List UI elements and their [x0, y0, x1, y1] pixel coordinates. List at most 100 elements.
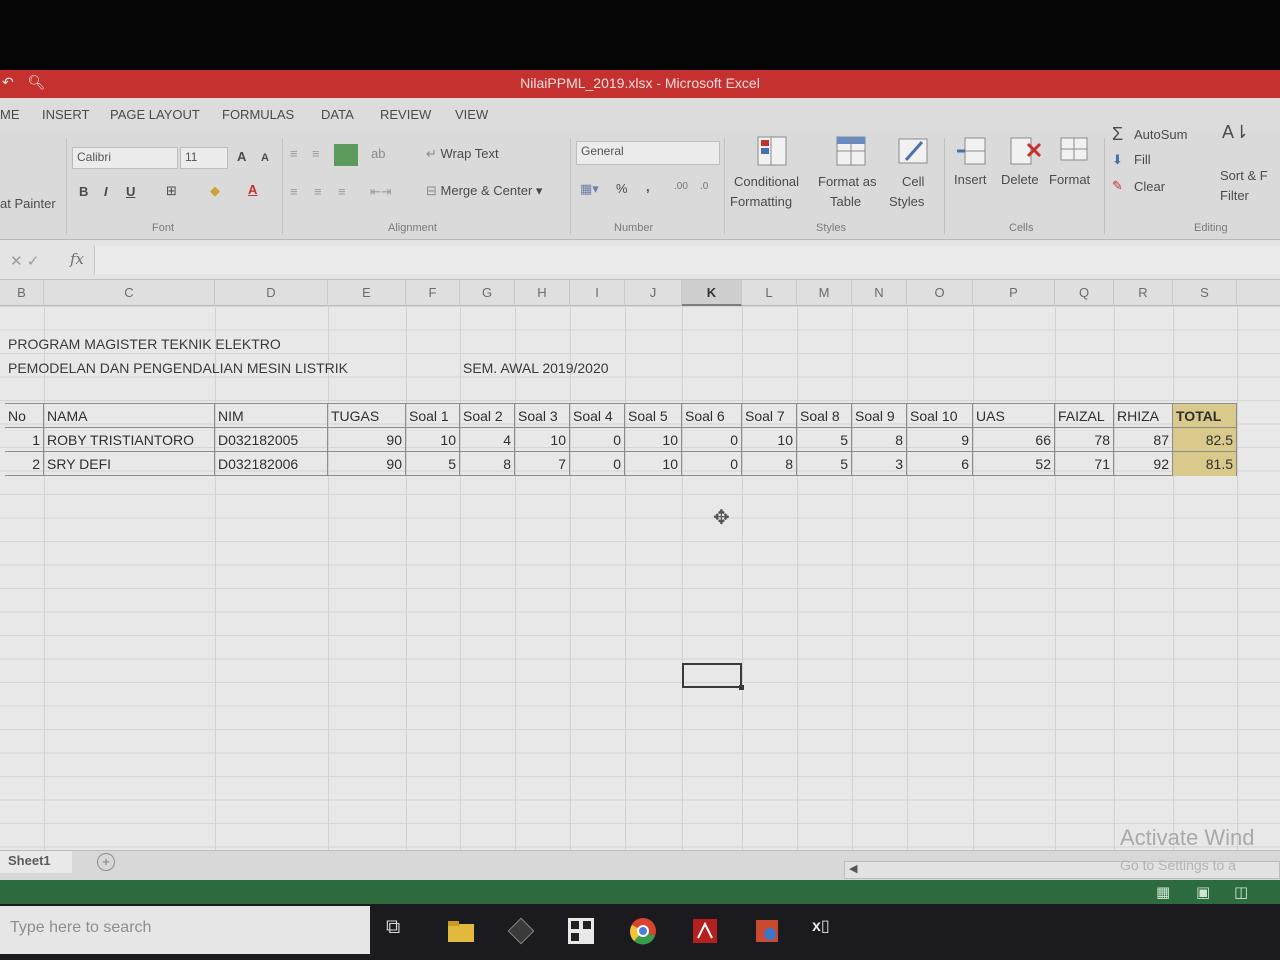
- table-cell[interactable]: 2: [5, 452, 44, 476]
- column-header-b[interactable]: B: [0, 280, 44, 306]
- header-cell[interactable]: Soal 7: [742, 404, 797, 428]
- normal-view-icon[interactable]: ▦: [1156, 883, 1170, 901]
- table-cell[interactable]: 10: [625, 428, 682, 452]
- table-cell[interactable]: 1: [5, 428, 44, 452]
- table-cell-total[interactable]: 81.5: [1173, 452, 1237, 476]
- table-cell[interactable]: 10: [625, 452, 682, 476]
- column-header-o[interactable]: O: [907, 280, 973, 306]
- column-header-m[interactable]: M: [797, 280, 852, 306]
- grow-font-button[interactable]: A: [237, 149, 246, 164]
- header-cell[interactable]: Soal 6: [682, 404, 742, 428]
- table-cell[interactable]: 10: [406, 428, 460, 452]
- autosum-icon[interactable]: Σ: [1112, 124, 1123, 145]
- table-cell[interactable]: 52: [973, 452, 1055, 476]
- conditional-formatting-icon[interactable]: [755, 134, 789, 168]
- table-cell[interactable]: 5: [797, 452, 852, 476]
- table-cell[interactable]: 90: [328, 428, 406, 452]
- font-color-icon[interactable]: A: [248, 182, 257, 197]
- powerpoint-icon[interactable]: [752, 916, 782, 946]
- header-cell[interactable]: Soal 1: [406, 404, 460, 428]
- table-cell[interactable]: 10: [742, 428, 797, 452]
- header-cell[interactable]: UAS: [973, 404, 1055, 428]
- cell-styles-button[interactable]: Cell: [902, 174, 924, 189]
- format-cells-icon[interactable]: [1057, 132, 1091, 166]
- table-cell[interactable]: 0: [570, 428, 625, 452]
- column-header-p[interactable]: P: [973, 280, 1055, 306]
- column-header-k[interactable]: K: [682, 280, 742, 306]
- column-header-r[interactable]: R: [1114, 280, 1173, 306]
- format-button[interactable]: Format: [1049, 172, 1090, 187]
- orientation-icon[interactable]: ab: [371, 146, 385, 161]
- column-header-f[interactable]: F: [406, 280, 460, 306]
- heading-course[interactable]: PEMODELAN DAN PENGENDALIAN MESIN LISTRIK: [8, 360, 348, 376]
- header-cell[interactable]: Soal 2: [460, 404, 515, 428]
- column-header-d[interactable]: D: [215, 280, 328, 306]
- header-cell[interactable]: FAIZAL: [1055, 404, 1114, 428]
- align-top-icon[interactable]: ≡: [290, 146, 298, 161]
- header-cell[interactable]: Soal 5: [625, 404, 682, 428]
- indent-icon[interactable]: ⇤⇥: [370, 184, 392, 200]
- header-cell[interactable]: RHIZA: [1114, 404, 1173, 428]
- insert-button[interactable]: Insert: [954, 172, 987, 187]
- header-cell[interactable]: TUGAS: [328, 404, 406, 428]
- table-cell[interactable]: 0: [682, 452, 742, 476]
- table-cell[interactable]: 5: [797, 428, 852, 452]
- delete-cells-icon[interactable]: [1008, 134, 1042, 168]
- table-cell[interactable]: 4: [460, 428, 515, 452]
- fill-color-icon[interactable]: ◆: [210, 183, 220, 199]
- table-cell[interactable]: SRY DEFI: [44, 452, 215, 476]
- tab-page-layout[interactable]: PAGE LAYOUT: [110, 107, 200, 122]
- table-cell[interactable]: 90: [328, 452, 406, 476]
- align-left-icon[interactable]: ≡: [290, 184, 298, 199]
- page-layout-view-icon[interactable]: ▣: [1196, 883, 1210, 901]
- table-cell[interactable]: D032182005: [215, 428, 328, 452]
- header-cell[interactable]: Soal 3: [515, 404, 570, 428]
- tab-home[interactable]: ME: [0, 107, 20, 122]
- heading-semester[interactable]: SEM. AWAL 2019/2020: [463, 360, 609, 376]
- format-as-table-button[interactable]: Format as: [818, 174, 877, 189]
- header-cell[interactable]: NAMA: [44, 404, 215, 428]
- align-right-icon[interactable]: ≡: [338, 184, 346, 199]
- acrobat-icon[interactable]: [690, 916, 720, 946]
- column-header-c[interactable]: C: [44, 280, 215, 306]
- taskbar-search[interactable]: Type here to search: [0, 906, 370, 954]
- header-cell-total[interactable]: TOTAL: [1173, 404, 1237, 428]
- table-cell[interactable]: 10: [515, 428, 570, 452]
- autosum-button[interactable]: AutoSum: [1134, 127, 1187, 142]
- merge-center-button[interactable]: ⊟ Merge & Center ▾: [426, 183, 542, 199]
- tab-data[interactable]: DATA: [321, 107, 354, 122]
- table-cell[interactable]: 66: [973, 428, 1055, 452]
- column-header-q[interactable]: Q: [1055, 280, 1114, 306]
- qr-app-icon[interactable]: [566, 916, 596, 946]
- sort-filter-button[interactable]: Sort & F: [1220, 168, 1268, 183]
- column-header-s[interactable]: S: [1173, 280, 1237, 306]
- underline-button[interactable]: U: [126, 184, 135, 199]
- app-icon[interactable]: [506, 916, 536, 946]
- fill-button[interactable]: Fill: [1134, 152, 1151, 167]
- align-middle-icon[interactable]: [334, 144, 358, 166]
- wrap-text-button[interactable]: ↵ Wrap Text: [426, 146, 499, 162]
- bold-button[interactable]: B: [79, 184, 88, 199]
- table-cell[interactable]: 6: [907, 452, 973, 476]
- insert-function-button[interactable]: fx: [70, 250, 84, 268]
- table-cell[interactable]: 8: [460, 452, 515, 476]
- shrink-font-button[interactable]: A: [261, 152, 269, 164]
- font-size-select[interactable]: 11: [180, 147, 228, 169]
- formula-input[interactable]: [94, 246, 1280, 274]
- format-as-table-icon[interactable]: [834, 134, 868, 168]
- file-explorer-icon[interactable]: [446, 916, 476, 946]
- tab-view[interactable]: VIEW: [455, 107, 488, 122]
- percent-button[interactable]: %: [616, 181, 628, 196]
- column-header-h[interactable]: H: [515, 280, 570, 306]
- align-center-icon[interactable]: ≡: [312, 146, 320, 161]
- add-sheet-icon[interactable]: +: [97, 853, 115, 871]
- page-break-view-icon[interactable]: ◫: [1234, 883, 1248, 901]
- format-painter-button[interactable]: at Painter: [0, 196, 56, 211]
- conditional-formatting-button[interactable]: Conditional: [734, 174, 799, 189]
- tab-review[interactable]: REVIEW: [380, 107, 431, 122]
- table-cell-total[interactable]: 82.5: [1173, 428, 1237, 452]
- heading-program[interactable]: PROGRAM MAGISTER TEKNIK ELEKTRO: [8, 336, 281, 352]
- header-cell[interactable]: Soal 9: [852, 404, 907, 428]
- chrome-icon[interactable]: [628, 916, 658, 946]
- sheet-tab-sheet1[interactable]: Sheet1: [0, 851, 72, 873]
